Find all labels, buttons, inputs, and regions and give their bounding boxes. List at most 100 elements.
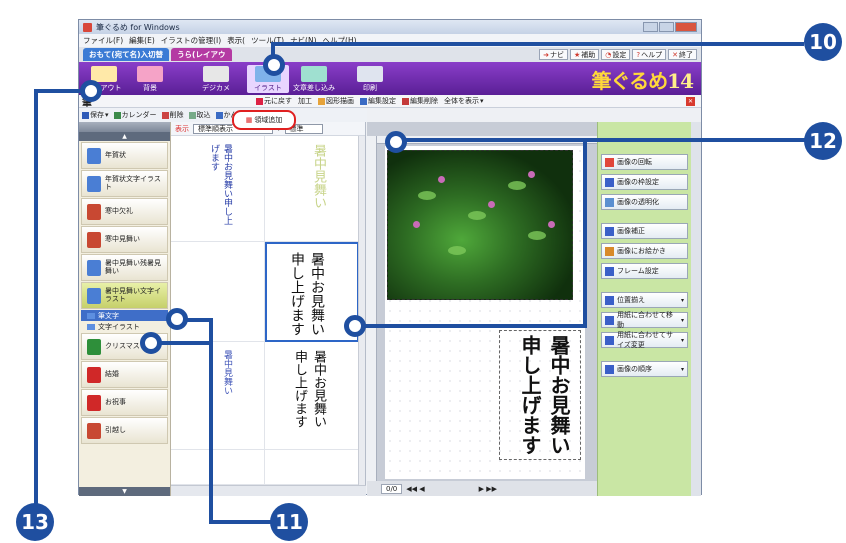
sidebar-subcategory-item[interactable]: 筆文字 <box>81 310 168 321</box>
sidebar-category-item[interactable]: 暑中見舞い残暑見舞い <box>81 254 168 281</box>
area-add-button[interactable]: ▦ 領域追加 <box>232 110 296 130</box>
delete-icon <box>402 97 409 105</box>
sidebar-subcategory-item[interactable]: 文字イラスト <box>81 321 168 332</box>
show-toggle[interactable]: 表示 <box>175 124 189 134</box>
category-list: 年賀状年賀状文字イラスト寒中欠礼寒中見舞い 暑中見舞い残暑見舞い 暑中見舞い文字イラ… <box>79 142 170 444</box>
thumbnail-text: 暑中見舞い <box>222 350 232 395</box>
category-icon <box>87 259 101 276</box>
undo-button[interactable]: 元に戻す <box>256 96 292 106</box>
illust-thumbnail[interactable]: 暑中見舞い <box>171 342 265 450</box>
tool-icon <box>605 335 614 345</box>
utility-buttons: ➜ ナビ ★ 補助 ◔ 設定 ? ヘルプ ✕ 終了 <box>539 49 697 60</box>
callout-11-line-h <box>209 520 273 524</box>
help-button[interactable]: ? ヘルプ <box>632 49 667 60</box>
sidebar-category-item[interactable]: 年賀状 <box>81 142 168 169</box>
image-tool-button[interactable]: フレーム設定 <box>601 263 688 279</box>
tool-label: 用紙に合わせてサイズ変更 <box>617 331 673 349</box>
menu-view[interactable]: 表示( <box>227 35 245 46</box>
illust-thumbnail[interactable]: 暑中お見舞い申し上げます <box>171 136 265 242</box>
ribbon-print-button[interactable]: 印刷 <box>349 65 391 93</box>
image-tool-button[interactable]: 画像の順序 ▾ <box>601 361 688 377</box>
image-tool-button[interactable]: 画像の枠設定 <box>601 174 688 190</box>
illust-thumbnail[interactable] <box>265 450 359 485</box>
image-tool-button[interactable]: 画像補正 <box>601 223 688 239</box>
sidebar-category-item[interactable]: 寒中欠礼 <box>81 198 168 225</box>
category-icon <box>87 231 101 248</box>
category-label: 結婚 <box>105 369 119 378</box>
tool-label: フレーム設定 <box>617 267 659 275</box>
sidebar-category-item[interactable]: 暑中見舞い文字イラスト <box>81 282 168 309</box>
page-indicator: 0/0 <box>381 483 403 494</box>
sidebar-category-item[interactable]: お祝事 <box>81 389 168 416</box>
save-button[interactable]: 保存 ▾ <box>82 110 109 120</box>
menu-file[interactable]: ファイル(F) <box>83 35 123 46</box>
zoom-select[interactable]: 全体を表示 ▾ <box>444 96 484 106</box>
sidebar-category-item[interactable]: 引越し <box>81 417 168 444</box>
tab-back-layout[interactable]: うら(レイアウ <box>171 48 232 61</box>
close-panel-icon[interactable]: ✕ <box>686 97 695 106</box>
illust-thumbnail[interactable]: 暑中見舞い <box>265 136 359 242</box>
navi-button[interactable]: ➜ ナビ <box>539 49 569 60</box>
calligraphy-text[interactable]: 暑中お見舞い申し上げます <box>499 330 581 460</box>
chevron-down-icon: ▾ <box>680 336 684 344</box>
menu-edit[interactable]: 編集(E) <box>129 35 155 46</box>
subcategory-label: 文字イラスト <box>98 322 140 331</box>
tool-label: 画像の透明化 <box>617 198 659 206</box>
image-tool-button[interactable]: 位置揃え ▾ <box>601 292 688 308</box>
edit-delete-button[interactable]: 編集削除 <box>402 96 438 106</box>
illust-thumbnail[interactable]: 暑中お見舞い申し上げます <box>265 342 359 450</box>
thumbnail-hscroll[interactable] <box>171 485 366 496</box>
image-tool-button[interactable]: 画像の透明化 <box>601 194 688 210</box>
minimize-button[interactable] <box>643 22 658 32</box>
flower-photo[interactable] <box>387 150 573 300</box>
sidebar-category-item[interactable]: 結婚 <box>81 361 168 388</box>
category-label: 年賀状文字イラスト <box>105 174 161 191</box>
edit-toolbar: 筆 元に戻す 加工 図形描画 編集設定 編集削除 全体を表示 ▾ ✕ <box>79 95 701 109</box>
category-icon <box>87 175 101 192</box>
page-prev-button[interactable]: ◀◀ ◀ <box>406 485 424 493</box>
shape-draw-button[interactable]: 図形描画 <box>318 96 354 106</box>
delete-button[interactable]: 削除 <box>161 110 184 120</box>
image-tool-button[interactable]: 用紙に合わせてサイズ変更 ▾ <box>601 331 688 349</box>
tab-front-address[interactable]: おもて(宛て名)入切替 <box>83 48 170 61</box>
ribbon-text-insert-button[interactable]: 文章差し込み <box>293 65 335 93</box>
illust-thumbnail[interactable] <box>171 242 265 342</box>
illust-thumbnail[interactable] <box>171 450 265 485</box>
ribbon-background-button[interactable]: 背景 <box>129 65 171 93</box>
maximize-button[interactable] <box>659 22 674 32</box>
calendar-button[interactable]: カレンダー <box>113 110 157 120</box>
text-insert-icon <box>301 66 327 82</box>
callout-10: 10 <box>804 23 842 61</box>
process-button[interactable]: 加工 <box>298 96 312 106</box>
sidebar-scroll-down[interactable]: ▼ <box>79 487 170 496</box>
tool-icon <box>605 197 614 207</box>
exit-button[interactable]: ✕ 終了 <box>668 49 697 60</box>
ribbon-camera-button[interactable]: デジカメ <box>195 65 237 93</box>
import-button[interactable]: 取込 <box>188 110 211 120</box>
postcard-paper[interactable]: 暑中お見舞い申し上げます <box>385 146 585 479</box>
tool-label: 画像の回転 <box>617 158 652 166</box>
right-scrollbar[interactable] <box>691 122 701 496</box>
edit-settings-button[interactable]: 編集設定 <box>360 96 396 106</box>
tool-icon <box>605 226 614 236</box>
window-title: 筆ぐるめ for Windows <box>96 22 180 32</box>
category-label: 寒中欠礼 <box>105 206 133 215</box>
assist-button[interactable]: ★ 補助 <box>570 49 600 60</box>
folder-icon <box>87 323 95 330</box>
tool-icon <box>605 295 614 305</box>
sidebar-category-item[interactable]: 寒中見舞い <box>81 226 168 253</box>
image-tool-button[interactable]: 画像にお絵かき <box>601 243 688 259</box>
close-window-button[interactable] <box>675 22 697 32</box>
settings-button[interactable]: ◔ 設定 <box>601 49 631 60</box>
menu-illust-manage[interactable]: イラストの管理(I) <box>161 35 221 46</box>
sidebar-scroll-up[interactable]: ▲ <box>79 132 170 141</box>
image-tool-button[interactable]: 画像の回転 <box>601 154 688 170</box>
page-next-button[interactable]: ▶ ▶▶ <box>479 485 497 493</box>
thumbnail-text: 暑中お見舞い申し上げます <box>292 350 326 428</box>
image-tools-panel: 画像の回転画像の枠設定画像の透明化 画像補正画像にお絵かきフレーム設定 位置揃え… <box>597 122 691 496</box>
sidebar-category-item[interactable]: 年賀状文字イラスト <box>81 170 168 197</box>
thumbnail-vscroll[interactable] <box>358 136 365 485</box>
image-tool-button[interactable]: 用紙に合わせて移動 ▾ <box>601 311 688 329</box>
app-icon <box>83 22 92 32</box>
callout-11-marker-a <box>166 308 188 330</box>
